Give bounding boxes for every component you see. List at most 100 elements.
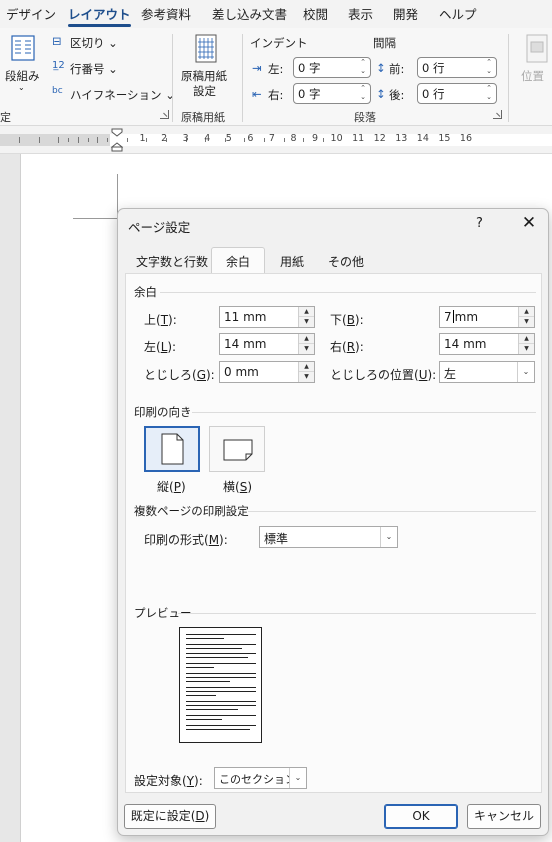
preview-line	[186, 701, 256, 702]
gutter-input[interactable]: 0 mm ▲ ▼	[219, 361, 315, 383]
landscape-button[interactable]	[209, 426, 265, 472]
spin-up-icon[interactable]: ▲	[519, 334, 534, 344]
close-icon[interactable]: ✕	[518, 213, 540, 233]
spin-down-icon[interactable]: ▼	[299, 317, 314, 327]
tab-help[interactable]: ヘルプ	[439, 4, 477, 23]
chevron-down-icon[interactable]: ⌄	[289, 768, 306, 788]
spacing-before-icon: ↕	[376, 61, 386, 75]
preview-line	[186, 673, 256, 674]
hyphenation-button[interactable]: ハイフネーション ⌄	[70, 87, 175, 103]
spin-arrows-icon[interactable]: ⌃ ⌄	[486, 58, 492, 76]
ruler-tick	[58, 137, 60, 143]
page-setup-launcher-icon[interactable]	[160, 110, 169, 119]
bottom-margin-input[interactable]: 7 mm ▲ ▼	[439, 306, 535, 328]
ruler-number: 8	[290, 133, 297, 144]
preview-line	[186, 634, 256, 635]
tab-developer[interactable]: 開発	[393, 4, 418, 23]
section-divider	[248, 511, 536, 512]
tab-characters-lines[interactable]: 文字数と行数	[128, 249, 216, 273]
landscape-label: 横(S)	[223, 480, 252, 494]
bottom-margin-value: 7 mm	[444, 310, 479, 324]
spin-arrows-icon[interactable]: ⌃ ⌄	[360, 58, 366, 76]
gutter-value: 0 mm	[224, 365, 259, 379]
ok-button[interactable]: OK	[384, 804, 458, 829]
tab-margins[interactable]: 余白	[211, 247, 266, 274]
spin-up-icon[interactable]: ▲	[299, 334, 314, 344]
tab-layout[interactable]: レイアウト	[68, 4, 131, 27]
tab-paper[interactable]: 用紙	[272, 249, 312, 273]
spin-buttons[interactable]: ▲ ▼	[298, 334, 314, 354]
preview-line	[186, 663, 256, 664]
preview-line	[186, 705, 256, 706]
preview-line	[186, 638, 224, 639]
margins-panel: 余白 上(T): 11 mm ▲ ▼ 下(B): 7 mm ▲ ▼ 左(L): 14 …	[125, 273, 542, 793]
gutter-position-select[interactable]: 左 ⌄	[439, 361, 535, 383]
hyphenation-label: ハイフネーション	[70, 88, 162, 102]
manuscript-paper-icon	[195, 34, 217, 63]
apply-to-select[interactable]: このセクション ⌄	[214, 767, 307, 789]
breaks-button[interactable]: 区切り ⌄	[70, 35, 118, 51]
genko-button[interactable]	[193, 34, 219, 64]
spin-arrows-icon[interactable]: ⌃ ⌄	[486, 84, 492, 102]
tab-design[interactable]: デザイン	[6, 4, 56, 23]
preview-line	[186, 667, 214, 668]
indent-marker-icon[interactable]	[110, 128, 124, 152]
chevron-down-icon[interactable]: ⌄	[517, 362, 534, 382]
spin-buttons[interactable]: ▲ ▼	[298, 307, 314, 327]
position-icon	[526, 34, 548, 63]
spin-up-icon[interactable]: ▲	[519, 307, 534, 317]
columns-button[interactable]	[10, 34, 38, 66]
indent-right-input[interactable]: 0 字 ⌃ ⌄	[293, 83, 371, 104]
spacing-after-value: 0 行	[422, 87, 445, 101]
ruler-tick	[264, 138, 265, 142]
indent-left-input[interactable]: 0 字 ⌃ ⌄	[293, 57, 371, 78]
portrait-button[interactable]	[144, 426, 200, 472]
spin-down-icon[interactable]: ▼	[519, 344, 534, 354]
spacing-before-label: 前:	[389, 62, 405, 76]
spin-buttons[interactable]: ▲ ▼	[518, 334, 534, 354]
tab-other[interactable]: その他	[320, 249, 372, 273]
paragraph-launcher-icon[interactable]	[493, 110, 502, 119]
chevron-down-icon[interactable]: ⌄	[380, 527, 397, 547]
set-default-button[interactable]: 既定に設定(D)	[124, 804, 216, 829]
ruler-number: 7	[268, 133, 275, 144]
preview-line	[186, 729, 250, 730]
spin-buttons[interactable]: ▲ ▼	[518, 307, 534, 327]
cancel-button[interactable]: キャンセル	[467, 804, 541, 829]
right-margin-value: 14 mm	[444, 337, 487, 351]
multipage-section-title: 複数ページの印刷設定	[134, 504, 249, 518]
left-margin-value: 14 mm	[224, 337, 267, 351]
spin-down-icon[interactable]: ▼	[299, 372, 314, 382]
ruler-tick	[68, 138, 69, 142]
tab-review[interactable]: 校閲	[303, 4, 328, 23]
preview-line	[186, 653, 256, 654]
spin-buttons[interactable]: ▲ ▼	[298, 362, 314, 382]
spin-down-icon[interactable]: ▼	[519, 317, 534, 327]
spin-up-icon[interactable]: ▲	[299, 307, 314, 317]
portrait-icon	[161, 433, 184, 465]
left-margin-input[interactable]: 14 mm ▲ ▼	[219, 333, 315, 355]
top-margin-input[interactable]: 11 mm ▲ ▼	[219, 306, 315, 328]
tab-view[interactable]: 表示	[348, 4, 373, 23]
spin-arrows-icon[interactable]: ⌃ ⌄	[360, 84, 366, 102]
gutter-position-value: 左	[444, 367, 457, 381]
spacing-after-input[interactable]: 0 行 ⌃ ⌄	[417, 83, 497, 104]
top-margin-value: 11 mm	[224, 310, 267, 324]
spin-down-icon[interactable]: ▼	[299, 344, 314, 354]
tab-mailings[interactable]: 差し込み文書	[212, 4, 287, 23]
line-numbers-button[interactable]: 行番号 ⌄	[70, 61, 118, 77]
print-format-select[interactable]: 標準 ⌄	[259, 526, 398, 548]
position-button[interactable]	[524, 34, 550, 64]
spin-up-icon[interactable]: ▲	[299, 362, 314, 372]
ruler-tick	[126, 138, 128, 142]
spacing-before-input[interactable]: 0 行 ⌃ ⌄	[417, 57, 497, 78]
help-icon[interactable]: ?	[476, 216, 483, 231]
ribbon-tab-bar: デザイン レイアウト 参考資料 差し込み文書 校閲 表示 開発 ヘルプ	[0, 0, 552, 28]
ruler-number: 11	[352, 133, 365, 144]
preview-line	[186, 681, 230, 682]
tab-references[interactable]: 参考資料	[141, 4, 191, 23]
horizontal-ruler[interactable]: 1 2 3 4 5 6 7 8 9 10 11 12 13 14 15 16	[0, 126, 552, 154]
right-margin-input[interactable]: 14 mm ▲ ▼	[439, 333, 535, 355]
ruler-number: 12	[373, 133, 386, 144]
spacing-after-label: 後:	[389, 88, 405, 102]
